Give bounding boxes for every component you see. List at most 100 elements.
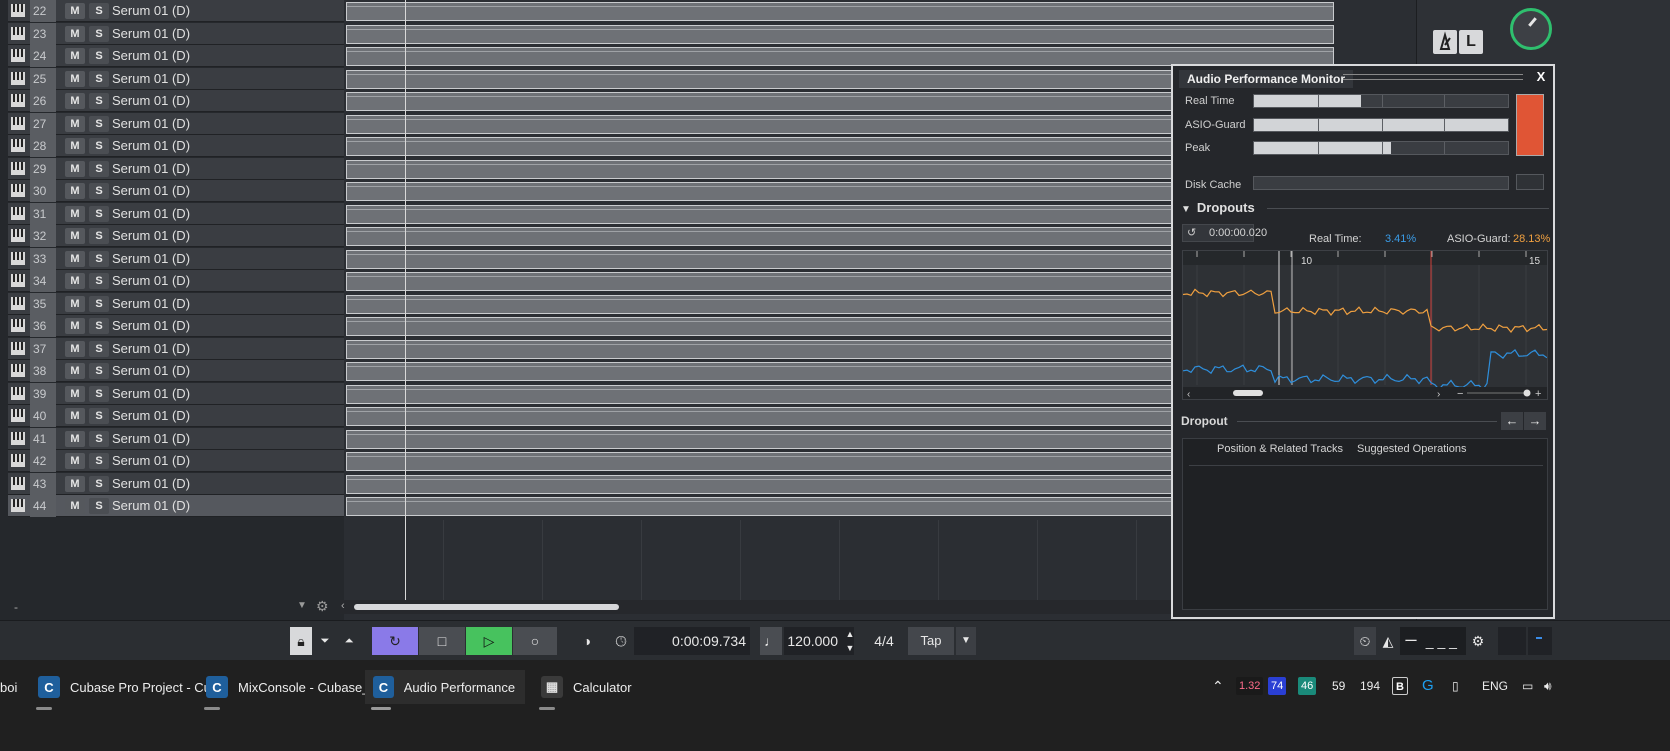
mute-button[interactable]: M — [65, 115, 85, 132]
time-display[interactable]: 0:00:09.734 — [634, 627, 750, 655]
solo-button[interactable]: S — [89, 273, 109, 289]
track-row[interactable]: 28 M S Serum 01 (D) — [8, 135, 351, 157]
track-row[interactable]: 40 M S Serum 01 (D) — [8, 405, 351, 427]
track-row[interactable]: 32 M S Serum 01 (D) — [8, 225, 351, 247]
cycle-button[interactable]: ↻ — [372, 627, 418, 655]
track-name[interactable]: Serum 01 (D) — [112, 450, 190, 472]
usb-icon[interactable]: ▯ — [1452, 677, 1459, 695]
mute-button[interactable]: M — [65, 475, 85, 492]
tray-item-4[interactable]: 59 — [1332, 677, 1345, 695]
tray-overflow-icon[interactable]: ⌃ — [1212, 677, 1224, 695]
tempo-display[interactable]: 120.000 — [784, 627, 854, 655]
track-name[interactable]: Serum 01 (D) — [112, 495, 190, 517]
scroll-left-icon[interactable]: ‹ — [341, 600, 345, 612]
tray-item-1[interactable]: 1.32 — [1236, 677, 1264, 695]
dropout-graph[interactable]: 10 15 ‹ › − + — [1182, 250, 1574, 400]
solo-button[interactable]: S — [89, 138, 109, 154]
mute-button[interactable]: M — [65, 160, 85, 177]
track-row[interactable]: 36 M S Serum 01 (D) — [8, 315, 351, 337]
track-name[interactable]: Serum 01 (D) — [112, 315, 190, 337]
prev-dropout-button[interactable]: ← — [1501, 412, 1523, 430]
metronome-button[interactable] — [1433, 30, 1457, 54]
track-name[interactable]: Serum 01 (D) — [112, 203, 190, 225]
solo-button[interactable]: S — [89, 250, 109, 267]
track-row[interactable]: 38 M S Serum 01 (D) — [8, 360, 351, 382]
logitech-icon[interactable]: G — [1422, 677, 1434, 695]
track-row[interactable]: 37 M S Serum 01 (D) — [8, 337, 351, 360]
mute-button[interactable]: M — [65, 340, 85, 357]
solo-button[interactable]: S — [89, 498, 109, 514]
solo-button[interactable]: S — [89, 453, 109, 469]
track-name[interactable]: Serum 01 (D) — [112, 270, 190, 292]
reset-button[interactable]: ↺ 0:00:00.020 — [1182, 224, 1267, 242]
mute-button[interactable]: M — [65, 295, 85, 312]
mute-button[interactable]: M — [65, 453, 85, 469]
mute-button[interactable]: M — [65, 273, 85, 289]
transport-settings-icon[interactable]: ⚙ — [1468, 627, 1488, 655]
solo-button[interactable]: S — [89, 408, 109, 424]
taskbar-item-boi[interactable]: boi — [0, 670, 17, 704]
left-locator-button[interactable]: ⏷ — [314, 627, 336, 655]
solo-button[interactable]: S — [89, 3, 109, 19]
solo-button[interactable]: S — [89, 363, 109, 379]
play-button[interactable]: ▷ — [466, 627, 512, 655]
solo-button[interactable]: S — [89, 205, 109, 222]
tap-button[interactable]: Tap — [908, 627, 954, 655]
close-button[interactable]: X — [1534, 68, 1548, 86]
track-row[interactable]: 22 M S Serum 01 (D) — [8, 0, 351, 22]
tempo-track-button[interactable]: ♩ — [760, 627, 782, 655]
track-name[interactable]: Serum 01 (D) — [112, 248, 190, 270]
track-row[interactable]: 30 M S Serum 01 (D) — [8, 180, 351, 202]
marker-display[interactable]: ー _ _ _ — [1400, 627, 1466, 655]
tray-item-2[interactable]: 74 — [1268, 677, 1287, 695]
language-indicator[interactable]: ENG — [1482, 677, 1508, 695]
mute-button[interactable]: M — [65, 363, 85, 379]
track-row[interactable]: 23 M S Serum 01 (D) — [8, 22, 351, 45]
mute-button[interactable]: M — [65, 138, 85, 154]
latch-button[interactable]: L — [1459, 30, 1483, 54]
tempo-stepper-icon[interactable]: ▲ ▼ — [845, 627, 855, 655]
track-row[interactable]: 44 M S Serum 01 (D) — [8, 495, 351, 517]
solo-button[interactable]: S — [89, 70, 109, 87]
column-position[interactable]: Position & Related Tracks — [1217, 443, 1343, 455]
mute-button[interactable]: M — [65, 183, 85, 199]
horizontal-scrollbar[interactable]: ‹ — [340, 600, 1180, 614]
solo-button[interactable]: S — [89, 228, 109, 244]
volume-knob[interactable] — [1510, 8, 1552, 50]
mute-button[interactable]: M — [65, 408, 85, 424]
track-row[interactable]: 34 M S Serum 01 (D) — [8, 270, 351, 292]
mute-button[interactable]: M — [65, 48, 85, 64]
track-name[interactable]: Serum 01 (D) — [112, 473, 190, 495]
track-name[interactable]: Serum 01 (D) — [112, 180, 190, 202]
mute-button[interactable]: M — [65, 498, 85, 514]
tray-item-3[interactable]: 46 — [1298, 677, 1317, 695]
taskbar-item-mixconsole[interactable]: C MixConsole - Cubase_te — [198, 670, 388, 710]
solo-button[interactable]: S — [89, 160, 109, 177]
track-name[interactable]: Serum 01 (D) — [112, 0, 190, 22]
playback-cursor[interactable] — [405, 0, 406, 600]
column-operations[interactable]: Suggested Operations — [1357, 443, 1466, 455]
solo-button[interactable]: S — [89, 340, 109, 357]
mute-button[interactable]: M — [65, 70, 85, 87]
taskbar-item-calculator[interactable]: ▦ Calculator — [533, 670, 640, 710]
track-row[interactable]: 33 M S Serum 01 (D) — [8, 247, 351, 270]
track-name[interactable]: Serum 01 (D) — [112, 113, 190, 135]
stop-button[interactable]: □ — [419, 627, 465, 655]
next-dropout-button[interactable]: → — [1524, 412, 1546, 430]
right-locator-button[interactable]: ⏶ — [338, 627, 360, 655]
track-name[interactable]: Serum 01 (D) — [112, 293, 190, 315]
precount-icon[interactable]: ◭ — [1377, 627, 1399, 655]
mute-button[interactable]: M — [65, 385, 85, 402]
solo-button[interactable]: S — [89, 183, 109, 199]
track-row[interactable]: 41 M S Serum 01 (D) — [8, 427, 351, 450]
scrollbar-thumb[interactable] — [354, 604, 619, 610]
mute-button[interactable]: M — [65, 228, 85, 244]
track-name[interactable]: Serum 01 (D) — [112, 135, 190, 157]
punch-button[interactable]: ◑ — [574, 627, 600, 655]
lock-button[interactable]: 🔒︎ — [290, 627, 312, 655]
solo-button[interactable]: S — [89, 115, 109, 132]
midi-part[interactable] — [346, 2, 1334, 21]
track-row[interactable]: 43 M S Serum 01 (D) — [8, 472, 351, 495]
solo-button[interactable]: S — [89, 430, 109, 447]
track-name[interactable]: Serum 01 (D) — [112, 225, 190, 247]
